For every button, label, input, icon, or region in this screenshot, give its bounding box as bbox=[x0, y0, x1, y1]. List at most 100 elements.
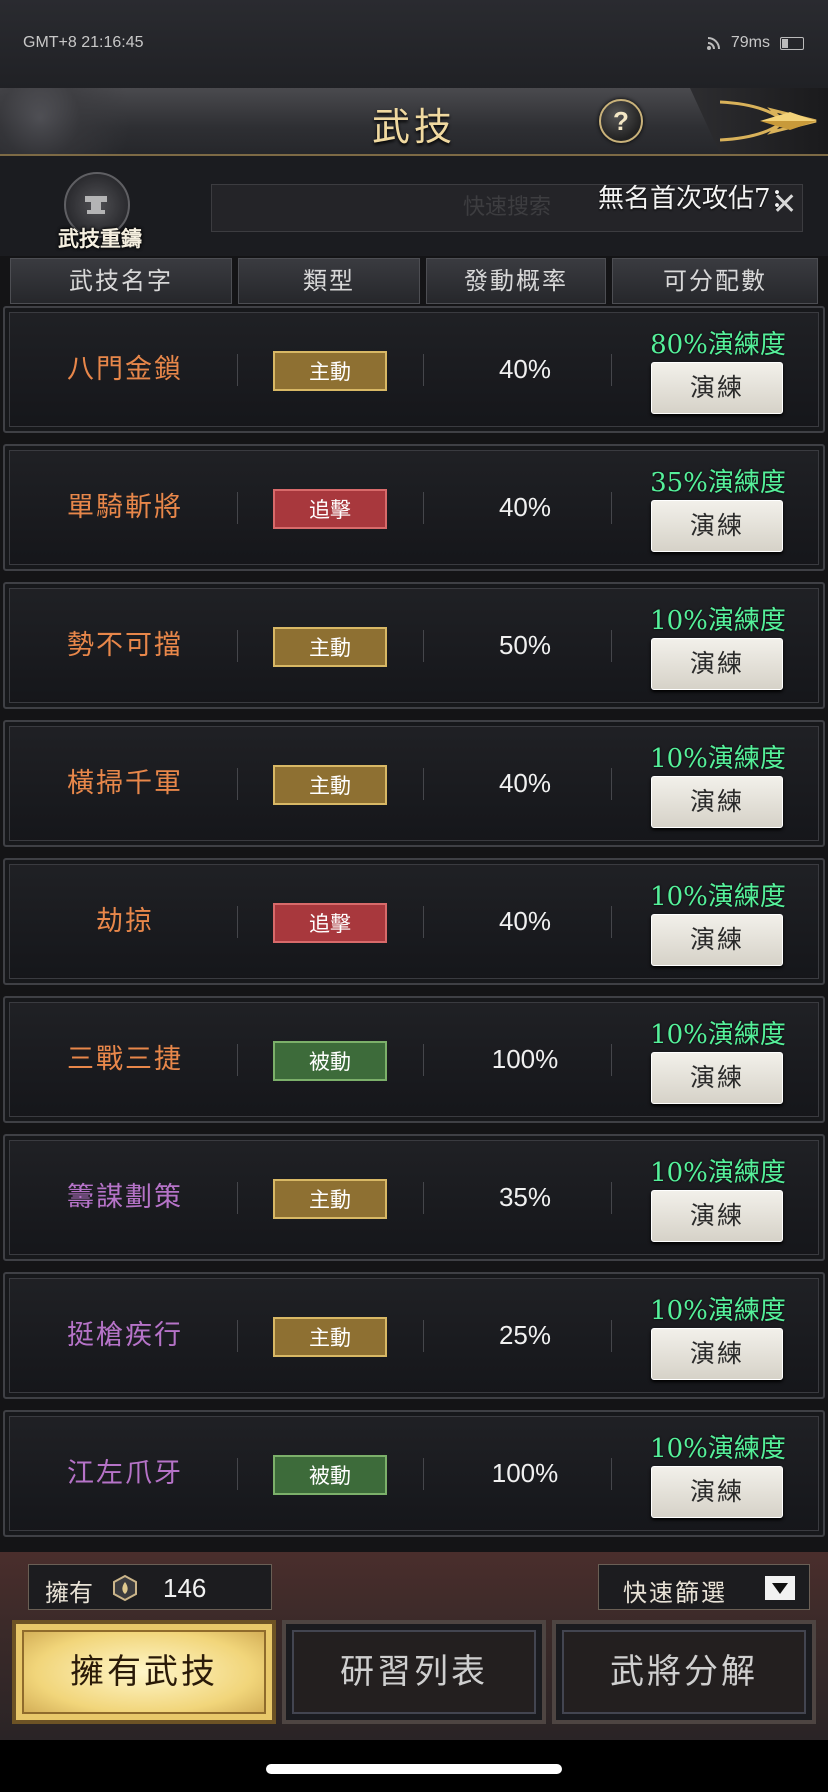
practice-button[interactable]: 演練 bbox=[651, 362, 783, 414]
skill-type-badge: 主動 bbox=[273, 1179, 387, 1219]
column-divider bbox=[237, 768, 238, 800]
skill-row[interactable]: 劫掠 追擊 40% 10%演練度 演練 bbox=[3, 858, 825, 985]
skill-name: 籌謀劃策 bbox=[67, 1182, 183, 1213]
trigger-rate: 50% bbox=[498, 630, 552, 660]
proficiency-text: 10%演練度 bbox=[650, 1158, 786, 1188]
practice-button[interactable]: 演練 bbox=[651, 638, 783, 690]
practice-button[interactable]: 演練 bbox=[651, 1190, 783, 1242]
proficiency-text: 10%演練度 bbox=[650, 1020, 786, 1050]
skill-type-badge: 追擊 bbox=[273, 903, 387, 943]
trigger-rate: 40% bbox=[498, 492, 552, 522]
column-header-type: 類型 bbox=[238, 258, 420, 304]
column-divider bbox=[611, 1458, 612, 1490]
column-divider bbox=[423, 492, 424, 524]
proficiency-text: 35%演練度 bbox=[650, 468, 786, 498]
filter-label: 快速篩選 bbox=[623, 1579, 727, 1607]
skill-row[interactable]: 挺槍疾行 主動 25% 10%演練度 演練 bbox=[3, 1272, 825, 1399]
column-divider bbox=[423, 630, 424, 662]
arrow-right-icon bbox=[720, 100, 817, 142]
skill-type-badge: 主動 bbox=[273, 1317, 387, 1357]
skill-row[interactable]: 勢不可擋 主動 50% 10%演練度 演練 bbox=[3, 582, 825, 709]
column-divider bbox=[423, 354, 424, 386]
quick-panel: 武技重鑄 快速搜索 無名首次攻佔7： ✕ bbox=[0, 156, 828, 256]
skill-name: 橫掃千軍 bbox=[67, 768, 183, 799]
column-divider bbox=[237, 630, 238, 662]
column-divider bbox=[237, 1044, 238, 1076]
column-divider bbox=[423, 1044, 424, 1076]
column-divider bbox=[611, 768, 612, 800]
hexagon-token-icon bbox=[111, 1574, 139, 1607]
column-divider bbox=[611, 1320, 612, 1352]
skill-name: 江左爪牙 bbox=[67, 1458, 183, 1489]
proficiency-text: 10%演練度 bbox=[650, 1434, 786, 1464]
tab-owned-skills[interactable]: 擁有武技 bbox=[12, 1620, 276, 1724]
column-divider bbox=[237, 1458, 238, 1490]
practice-button[interactable]: 演練 bbox=[651, 914, 783, 966]
trigger-rate: 35% bbox=[498, 1182, 552, 1212]
column-headers: 武技名字 類型 發動概率 可分配數 bbox=[0, 256, 828, 306]
skill-row[interactable]: 三戰三捷 被動 100% 10%演練度 演練 bbox=[3, 996, 825, 1123]
proficiency-text: 10%演練度 bbox=[650, 1296, 786, 1326]
proficiency-text: 10%演練度 bbox=[650, 606, 786, 636]
column-header-rate: 發動概率 bbox=[426, 258, 606, 304]
skill-type-badge: 被動 bbox=[273, 1455, 387, 1495]
skill-type-badge: 被動 bbox=[273, 1041, 387, 1081]
trigger-rate: 40% bbox=[498, 768, 552, 798]
skill-row[interactable]: 八門金鎖 主動 40% 80%演練度 演練 bbox=[3, 306, 825, 433]
tab-study-list[interactable]: 研習列表 bbox=[282, 1620, 546, 1724]
column-divider bbox=[423, 906, 424, 938]
skill-list[interactable]: 八門金鎖 主動 40% 80%演練度 演練 單騎斬將 追擊 40% 35%演練度 演練 勢不可擋 主動… bbox=[0, 306, 828, 1551]
column-divider bbox=[611, 1182, 612, 1214]
column-divider bbox=[237, 492, 238, 524]
skill-name: 單騎斬將 bbox=[67, 492, 183, 523]
practice-button[interactable]: 演練 bbox=[651, 500, 783, 552]
trigger-rate: 100% bbox=[491, 1044, 559, 1074]
column-divider bbox=[611, 354, 612, 386]
skill-name: 勢不可擋 bbox=[67, 630, 183, 661]
trigger-rate: 100% bbox=[491, 1458, 559, 1488]
status-right: 79ms bbox=[706, 34, 804, 52]
practice-button[interactable]: 演練 bbox=[651, 1052, 783, 1104]
skill-name: 三戰三捷 bbox=[67, 1044, 183, 1075]
ping-value: 79ms bbox=[730, 34, 770, 51]
anvil-icon bbox=[85, 196, 107, 214]
skill-row[interactable]: 橫掃千軍 主動 40% 10%演練度 演練 bbox=[3, 720, 825, 847]
skill-type-badge: 主動 bbox=[273, 627, 387, 667]
help-button[interactable]: ? bbox=[599, 99, 643, 143]
practice-button[interactable]: 演練 bbox=[651, 1466, 783, 1518]
column-divider bbox=[611, 492, 612, 524]
trigger-rate: 40% bbox=[498, 354, 552, 384]
close-icon[interactable]: ✕ bbox=[772, 190, 797, 220]
practice-button[interactable]: 演練 bbox=[651, 776, 783, 828]
column-divider bbox=[423, 1182, 424, 1214]
column-divider bbox=[237, 1320, 238, 1352]
proficiency-text: 80%演練度 bbox=[650, 330, 786, 360]
bottom-panel: 擁有 146 快速篩選 擁有武技 研習列表 武將分解 bbox=[0, 1552, 828, 1740]
proficiency-text: 10%演練度 bbox=[650, 744, 786, 774]
column-divider bbox=[611, 1044, 612, 1076]
status-bar: GMT+8 21:16:45 79ms bbox=[0, 0, 828, 88]
quick-filter-select[interactable]: 快速篩選 bbox=[598, 1564, 810, 1610]
column-header-assignable: 可分配數 bbox=[612, 258, 818, 304]
skill-name: 挺槍疾行 bbox=[67, 1320, 183, 1351]
home-indicator[interactable] bbox=[266, 1764, 562, 1774]
tab-general-disassemble[interactable]: 武將分解 bbox=[552, 1620, 816, 1724]
column-divider bbox=[237, 906, 238, 938]
column-divider bbox=[423, 1320, 424, 1352]
skill-row[interactable]: 江左爪牙 被動 100% 10%演練度 演練 bbox=[3, 1410, 825, 1537]
skill-name: 劫掠 bbox=[96, 906, 154, 937]
signal-icon bbox=[706, 36, 721, 50]
skill-row[interactable]: 單騎斬將 追擊 40% 35%演練度 演練 bbox=[3, 444, 825, 571]
owned-count: 146 bbox=[163, 1573, 207, 1603]
trigger-rate: 40% bbox=[498, 906, 552, 936]
column-divider bbox=[237, 354, 238, 386]
trigger-rate: 25% bbox=[498, 1320, 552, 1350]
skill-name: 八門金鎖 bbox=[67, 354, 183, 385]
battery-icon bbox=[780, 36, 804, 50]
column-divider bbox=[237, 1182, 238, 1214]
column-divider bbox=[423, 1458, 424, 1490]
status-time: GMT+8 21:16:45 bbox=[23, 34, 144, 51]
skill-row[interactable]: 籌謀劃策 主動 35% 10%演練度 演練 bbox=[3, 1134, 825, 1261]
practice-button[interactable]: 演練 bbox=[651, 1328, 783, 1380]
owned-label: 擁有 bbox=[45, 1579, 93, 1607]
